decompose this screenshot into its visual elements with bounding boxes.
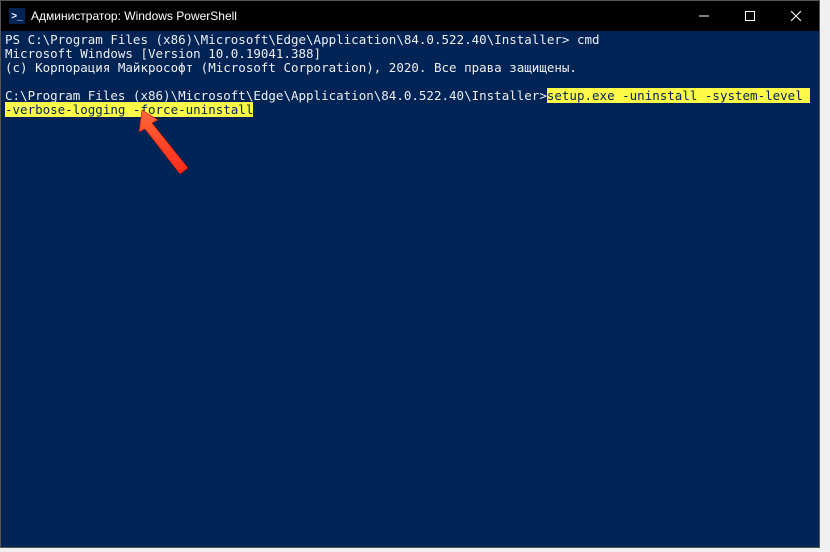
terminal-output[interactable]: PS C:\Program Files (x86)\Microsoft\Edge… — [1, 31, 819, 547]
minimize-icon — [699, 11, 709, 21]
maximize-icon — [745, 11, 755, 21]
window-title: Администратор: Windows PowerShell — [31, 9, 237, 23]
text-cursor — [253, 104, 260, 117]
powershell-icon: >_ — [9, 8, 25, 24]
cmd-line-1: cmd — [577, 32, 600, 47]
powershell-window: >_ Администратор: Windows PowerShell PS … — [0, 0, 820, 548]
output-line-version: Microsoft Windows [Version 10.0.19041.38… — [5, 46, 321, 61]
close-icon — [791, 11, 801, 21]
prompt-line-2: C:\Program Files (x86)\Microsoft\Edge\Ap… — [5, 88, 547, 103]
prompt-line-1: PS C:\Program Files (x86)\Microsoft\Edge… — [5, 32, 577, 47]
output-line-copyright: (c) Корпорация Майкрософт (Microsoft Cor… — [5, 60, 577, 75]
minimize-button[interactable] — [681, 1, 727, 31]
close-button[interactable] — [773, 1, 819, 31]
maximize-button[interactable] — [727, 1, 773, 31]
titlebar[interactable]: >_ Администратор: Windows PowerShell — [1, 1, 819, 31]
